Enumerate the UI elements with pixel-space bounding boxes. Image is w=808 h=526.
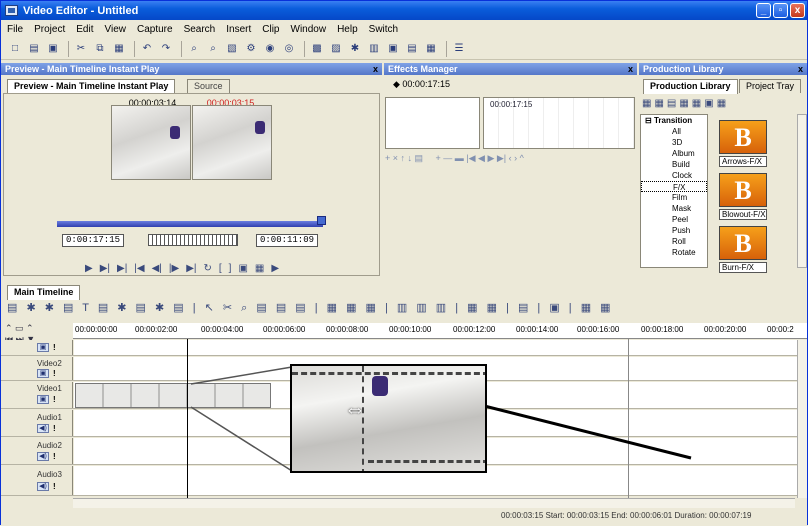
timeline-v-scrollbar[interactable] xyxy=(797,340,807,498)
main-window: Video Editor - Untitled _ ▫ x File Proje… xyxy=(0,0,808,526)
timeline-status-bar: 00:00:03:15 Start: 00:00:03:15 End: 00:0… xyxy=(501,511,752,520)
timeline-h-scrollbar[interactable] xyxy=(73,498,795,508)
trim-cursor-icon: ⇔ xyxy=(344,396,366,421)
zoom-callout: ⇔ xyxy=(290,364,487,473)
